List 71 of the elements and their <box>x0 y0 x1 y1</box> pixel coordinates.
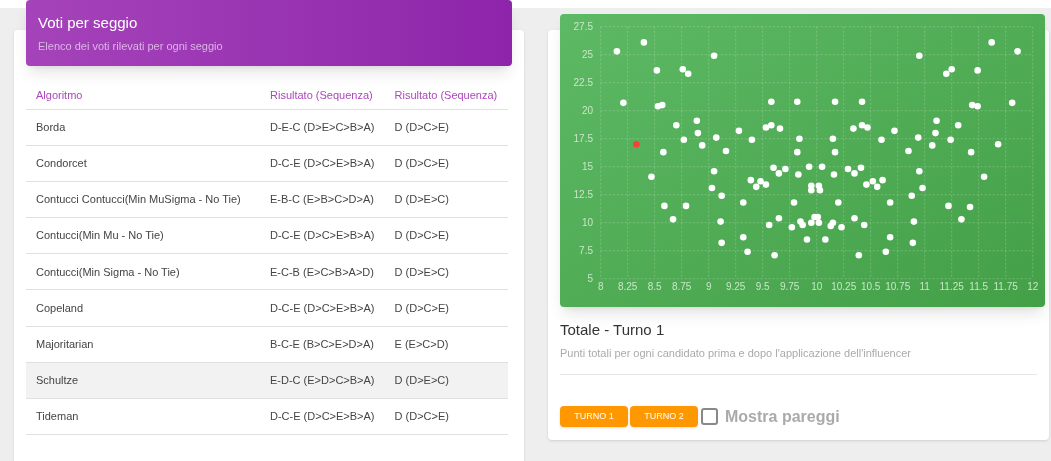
card-subtitle: Elenco dei voti rilevati per ogni seggio <box>38 39 224 54</box>
table-cell: Majoritarian <box>26 326 260 363</box>
y-axis-label: 7.5 <box>579 245 593 257</box>
x-axis-label: 9 <box>705 281 712 292</box>
table-cell: Schultze <box>26 362 260 399</box>
y-axis-label: 17.5 <box>573 133 593 145</box>
table-cell: D (D>C>E) <box>384 109 508 146</box>
y-axis-label: 12.5 <box>573 189 593 201</box>
table-cell: Copeland <box>26 289 260 327</box>
table-cell: Contucci(Min Sigma - No Tie) <box>26 253 260 290</box>
table-cell: D-C-E (D>C>E>B>A) <box>260 398 385 435</box>
table-cell: D-C-E (D>C>E>B>A) <box>260 217 385 254</box>
table-cell: D-E-C (D>E>C>B>A) <box>260 109 385 146</box>
table-cell: D (D>E>C) <box>384 181 508 218</box>
x-axis-label: 8.25 <box>617 281 638 292</box>
table-cell: E-B-C (E>B>C>D>A) <box>260 181 385 218</box>
table-cell: E-D-C (E>D>C>B>A) <box>260 362 385 399</box>
y-axis-label: 27.5 <box>573 21 593 33</box>
table-cell: E-C-B (E>C>B>A>D) <box>260 253 385 290</box>
column-header: Risultato (Sequenza) <box>384 81 508 109</box>
x-axis-label: 9.5 <box>755 281 770 292</box>
table-row[interactable]: Borda D-E-C (D>E>C>B>A) D (D>C>E) <box>26 109 508 146</box>
table-cell: D (D>E>C) <box>384 253 508 290</box>
table-row[interactable]: Contucci(Min Sigma - No Tie) E-C-B (E>C>B>A>D) D (D>E>C) <box>26 253 508 290</box>
x-axis-label: 9.75 <box>779 281 800 292</box>
x-axis-label: 10.25 <box>831 281 857 292</box>
table-cell: D-C-E (D>C>E>B>A) <box>260 145 385 182</box>
checkbox-label: Mostra pareggi <box>725 406 840 427</box>
table-cell: D (D>C>E) <box>384 289 508 327</box>
y-axis-label: 5 <box>587 273 593 285</box>
table-cell: D (D>C>E) <box>384 398 508 435</box>
x-axis-label: 10.75 <box>885 281 911 292</box>
table-row[interactable]: Condorcet D-C-E (D>C>E>B>A) D (D>C>E) <box>26 145 508 182</box>
y-axis-label: 22.5 <box>573 77 593 89</box>
table-cell: Borda <box>26 109 260 146</box>
x-axis-label: 11.25 <box>939 281 964 292</box>
column-header: Algoritmo <box>26 81 260 109</box>
table-row[interactable]: Contucci(Min Mu - No Tie) D-C-E (D>C>E>B>A) D (D>C>E) <box>26 217 508 254</box>
table-cell: D (D>C>E) <box>384 145 508 182</box>
x-axis-label: 8 <box>597 281 604 292</box>
x-axis-label: 8.5 <box>647 281 662 292</box>
x-axis-label: 8.75 <box>671 281 692 292</box>
y-axis-label: 10 <box>581 217 593 229</box>
column-header: Risultato (Sequenza) <box>260 81 385 109</box>
y-axis-label: 25 <box>581 49 593 61</box>
x-axis-label: 11.75 <box>993 281 1018 292</box>
card-title: Totale - Turno 1 <box>560 321 666 339</box>
x-axis-label: 10.5 <box>860 281 881 292</box>
x-axis-label: 11 <box>919 281 930 292</box>
table-cell: D (D>E>C) <box>384 362 508 399</box>
card-title: Voti per seggio <box>38 14 139 32</box>
x-axis-label: 11.5 <box>969 281 989 292</box>
table-cell: B-C-E (B>C>E>D>A) <box>260 326 385 363</box>
table-row[interactable]: Tideman D-C-E (D>C>E>B>A) D (D>C>E) <box>26 398 508 435</box>
y-axis-label: 15 <box>581 161 593 173</box>
y-axis-label: 20 <box>581 105 593 117</box>
table-cell: Contucci(Min Mu - No Tie) <box>26 217 260 254</box>
table-cell: Tideman <box>26 398 260 435</box>
table-cell: Contucci Contucci(Min MuSigma - No Tie) <box>26 181 260 218</box>
x-axis-label: 9.25 <box>725 281 746 292</box>
table-row[interactable]: Contucci Contucci(Min MuSigma - No Tie) E-B-C (E>B>C>D>A) D (D>E>C) <box>26 181 508 218</box>
table-cell: Condorcet <box>26 145 260 182</box>
table-row[interactable]: Copeland D-C-E (D>C>E>B>A) D (D>C>E) <box>26 289 508 327</box>
card-subtitle: Punti totali per ogni candidato prima e dopo l'applicazione dell'influencer <box>560 346 912 361</box>
x-axis-label: 10 <box>811 281 823 292</box>
table-cell: E (E>C>D) <box>384 326 508 363</box>
x-axis-label: 12 <box>1027 281 1039 292</box>
table-cell: D (D>C>E) <box>384 217 508 254</box>
checkbox[interactable] <box>701 408 718 425</box>
table-row[interactable]: Majoritarian B-C-E (B>C>E>D>A) E (E>C>D) <box>26 326 508 363</box>
table-cell: D-C-E (D>C>E>B>A) <box>260 289 385 327</box>
